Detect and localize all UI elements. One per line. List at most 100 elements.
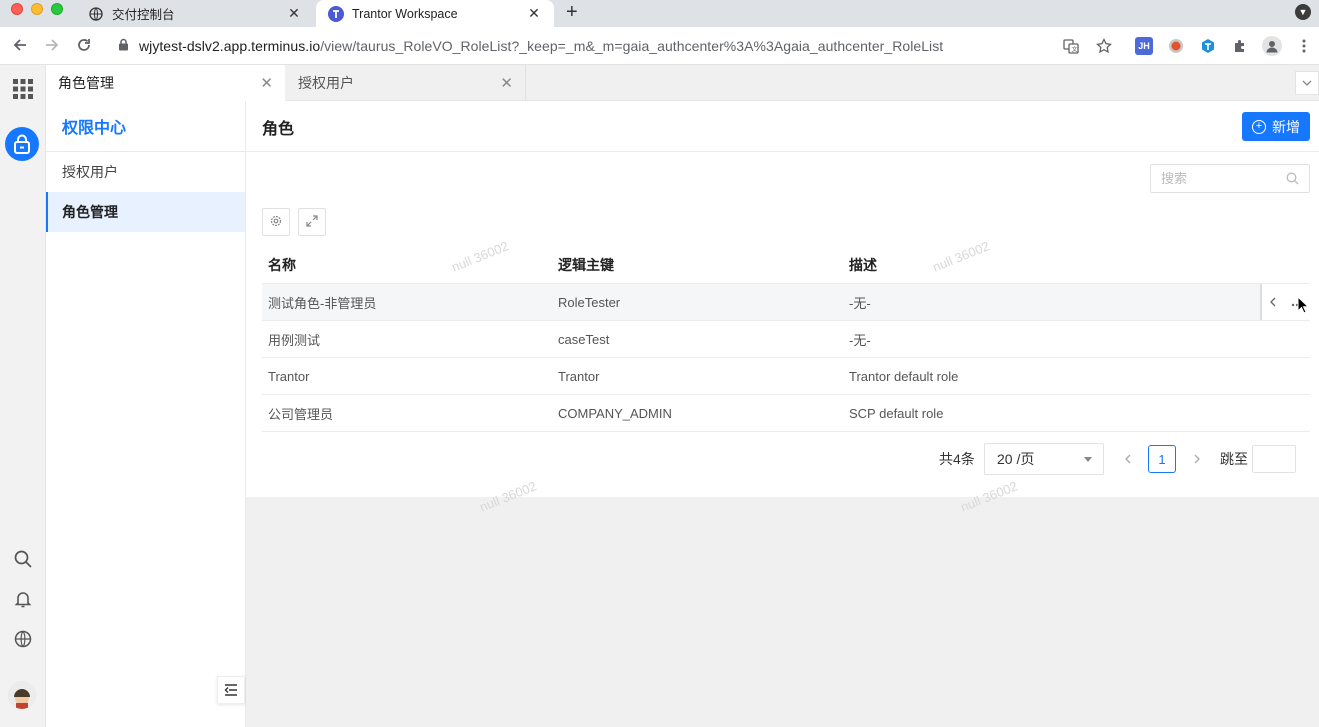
cube-extension-icon[interactable]: [1199, 37, 1217, 55]
column-header-description[interactable]: 描述: [849, 255, 877, 275]
sidebar-item-role-management[interactable]: 角色管理: [46, 192, 245, 232]
back-icon[interactable]: [10, 35, 30, 55]
url-text: wjytest-dslv2.app.terminus.io/view/tauru…: [139, 38, 943, 54]
user-avatar[interactable]: [8, 681, 36, 709]
search-field[interactable]: [1150, 164, 1310, 193]
tab-search-icon[interactable]: ▼: [1295, 4, 1311, 20]
window-zoom-button[interactable]: [51, 3, 63, 15]
language-globe-icon[interactable]: [11, 627, 35, 651]
browser-tab-title: 交付控制台: [112, 8, 175, 22]
page-number-current[interactable]: 1: [1148, 445, 1176, 473]
bell-icon[interactable]: [11, 587, 35, 611]
window-close-button[interactable]: [11, 3, 23, 15]
more-vertical-icon[interactable]: [1295, 37, 1313, 55]
browser-tab-delivery-console[interactable]: 交付控制台 ✕: [76, 0, 314, 27]
column-header-name[interactable]: 名称: [268, 255, 296, 275]
app-grid-icon[interactable]: [11, 77, 35, 101]
close-icon[interactable]: ✕: [500, 74, 513, 92]
settings-icon: [270, 215, 282, 230]
add-button-label: 新增: [1272, 118, 1300, 135]
column-settings-button[interactable]: [262, 208, 290, 236]
auth-center-lock-icon[interactable]: [5, 127, 39, 161]
prev-page-icon[interactable]: [1118, 443, 1138, 475]
reload-icon[interactable]: [74, 35, 94, 55]
cell-key: Trantor: [558, 368, 600, 384]
expand-icon: [306, 214, 318, 230]
jh-extension-icon[interactable]: JH: [1135, 37, 1153, 55]
tab-role-management[interactable]: 角色管理 ✕: [46, 65, 285, 101]
search-icon[interactable]: [1286, 172, 1299, 188]
main-content: 角色 + 新增 名称 逻辑主键 描述: [246, 101, 1319, 727]
mouse-cursor-icon: [1297, 295, 1310, 317]
cell-description: -无-: [849, 332, 871, 348]
cell-name: 公司管理员: [268, 406, 334, 422]
sidebar-item-label: 授权用户: [62, 164, 118, 180]
table-row[interactable]: 用例测试 caseTest -无-: [262, 321, 1310, 358]
sidebar-title: 权限中心: [46, 101, 245, 152]
address-bar[interactable]: wjytest-dslv2.app.terminus.io/view/tauru…: [108, 31, 1125, 61]
sidebar-item-label: 角色管理: [62, 204, 118, 220]
cell-description: Trantor default role: [849, 368, 959, 384]
sidebar: 权限中心 授权用户 角色管理: [46, 101, 246, 727]
browser-tab-title: Trantor Workspace: [352, 6, 458, 21]
table-row[interactable]: 测试角色-非管理员 RoleTester -无-: [262, 284, 1310, 321]
role-list-card: 角色 + 新增 名称 逻辑主键 描述: [246, 101, 1319, 497]
cell-name: Trantor: [268, 368, 310, 384]
browser-tab-trantor-workspace[interactable]: Trantor Workspace ✕: [316, 0, 554, 27]
page-size-select[interactable]: 20 /页: [984, 443, 1104, 475]
pagination-total: 共4条: [939, 451, 975, 467]
app-tab-bar: 角色管理 ✕ 授权用户 ✕: [46, 65, 1319, 101]
caret-down-icon: [1084, 457, 1092, 462]
fullscreen-button[interactable]: [298, 208, 326, 236]
cell-description: SCP default role: [849, 405, 944, 421]
table-header: 名称 逻辑主键 描述: [262, 246, 1310, 284]
cell-key: RoleTester: [558, 294, 621, 310]
search-input[interactable]: [1161, 171, 1281, 186]
forward-icon[interactable]: [42, 35, 62, 55]
table-row[interactable]: Trantor Trantor Trantor default role: [262, 358, 1310, 395]
collapse-sidebar-icon[interactable]: [217, 676, 245, 704]
add-button[interactable]: + 新增: [1242, 112, 1310, 141]
app-rail: [0, 65, 46, 727]
column-header-key[interactable]: 逻辑主键: [558, 255, 614, 275]
chevron-left-icon[interactable]: [1269, 295, 1276, 310]
divider: [246, 151, 1319, 152]
chevron-down-icon[interactable]: [1295, 71, 1319, 95]
tab-authorized-users[interactable]: 授权用户 ✕: [286, 65, 526, 101]
url-host: wjytest-dslv2.app.terminus.io: [139, 38, 321, 54]
table-row[interactable]: 公司管理员 COMPANY_ADMIN SCP default role: [262, 395, 1310, 432]
window-minimize-button[interactable]: [31, 3, 43, 15]
cell-name: 用例测试: [268, 332, 321, 348]
sidebar-item-authorized-users[interactable]: 授权用户: [46, 152, 245, 192]
url-path: /view/taurus_RoleVO_RoleList?_keep=_m&_m…: [320, 38, 944, 54]
search-icon[interactable]: [11, 547, 35, 571]
tab-label: 角色管理: [58, 75, 114, 91]
globe-icon: [88, 6, 104, 22]
cell-key: caseTest: [558, 331, 610, 347]
new-tab-icon[interactable]: +: [566, 1, 578, 24]
cell-name: 测试角色-非管理员: [268, 295, 377, 311]
svg-text:文: 文: [1072, 46, 1078, 54]
close-icon[interactable]: ✕: [526, 5, 542, 22]
page-title: 角色: [262, 120, 295, 138]
cell-description: -无-: [849, 295, 871, 311]
record-extension-icon[interactable]: [1167, 37, 1185, 55]
next-page-icon[interactable]: [1187, 443, 1207, 475]
trantor-logo-icon: [328, 5, 344, 22]
puzzle-extensions-icon[interactable]: [1231, 37, 1249, 55]
bookmark-star-icon[interactable]: [1095, 37, 1113, 55]
profile-avatar-icon[interactable]: [1262, 36, 1282, 56]
lock-icon: [118, 38, 129, 54]
tab-label: 授权用户: [298, 75, 354, 91]
browser-tabstrip: 交付控制台 ✕ Trantor Workspace ✕ + ▼: [0, 0, 1319, 27]
cell-key: COMPANY_ADMIN: [558, 405, 672, 421]
browser-toolbar: wjytest-dslv2.app.terminus.io/view/tauru…: [0, 27, 1319, 65]
page-size-value: 20 /页: [997, 451, 1035, 467]
close-icon[interactable]: ✕: [286, 5, 302, 22]
jump-to-label: 跳至: [1220, 451, 1248, 467]
jump-to-page-input[interactable]: [1252, 445, 1296, 473]
translate-icon[interactable]: 文: [1062, 37, 1080, 55]
plus-circle-icon: +: [1252, 119, 1266, 134]
close-icon[interactable]: ✕: [260, 74, 273, 92]
role-table: 名称 逻辑主键 描述 测试角色-非管理员 RoleTester -无- 用例测试…: [262, 246, 1310, 432]
